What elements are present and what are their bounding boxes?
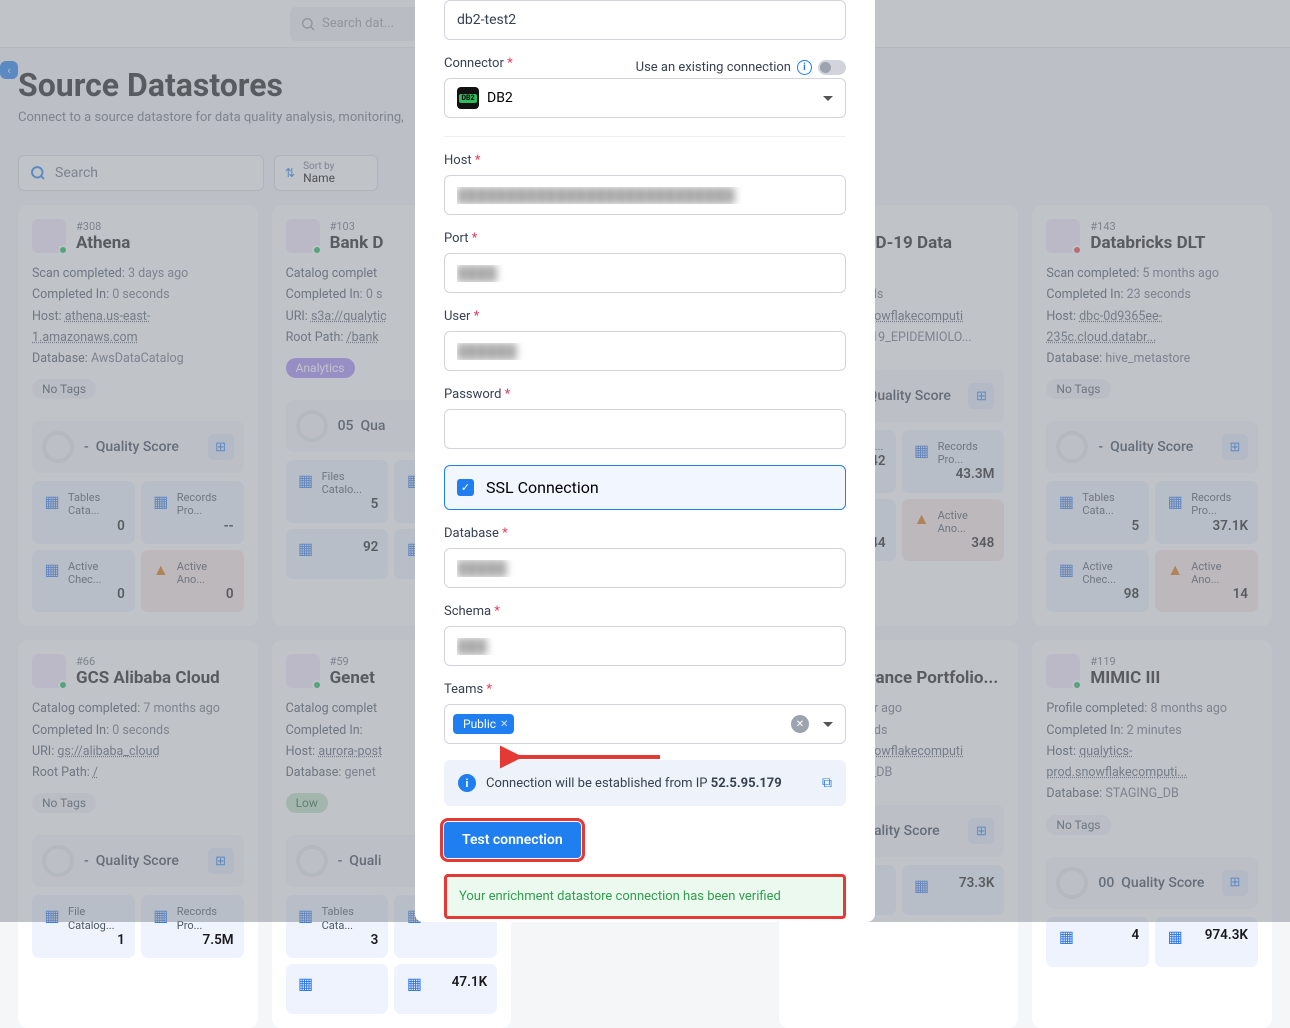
chevron-down-icon — [823, 722, 833, 727]
password-input[interactable] — [444, 409, 846, 449]
user-input[interactable] — [444, 331, 846, 371]
existing-conn-toggle[interactable] — [818, 60, 846, 75]
chevron-down-icon — [823, 96, 833, 101]
ssl-checkbox-row[interactable]: ✓ SSL Connection — [444, 465, 846, 510]
user-label: User — [444, 309, 846, 324]
existing-conn-label: Use an existing connection — [636, 60, 791, 75]
ssl-label: SSL Connection — [486, 478, 599, 497]
host-input[interactable] — [444, 175, 846, 215]
check-icon: ✓ — [457, 479, 474, 496]
info-icon[interactable]: i — [797, 60, 812, 75]
add-datastore-modal: Connector Use an existing connection i D… — [415, 0, 875, 922]
clear-icon[interactable]: ✕ — [791, 715, 809, 733]
team-chip[interactable]: Public✕ — [453, 714, 514, 734]
schema-input[interactable] — [444, 626, 846, 666]
info-icon: i — [458, 774, 476, 792]
database-label: Database — [444, 526, 846, 541]
teams-label: Teams — [444, 682, 846, 697]
copy-icon[interactable]: ⧉ — [822, 775, 832, 791]
host-label: Host — [444, 153, 846, 168]
password-label: Password — [444, 387, 846, 402]
database-input[interactable] — [444, 548, 846, 588]
test-connection-button[interactable]: Test connection — [444, 822, 581, 858]
teams-select[interactable]: Public✕ ✕ — [444, 704, 846, 744]
port-label: Port — [444, 231, 846, 246]
port-input[interactable] — [444, 253, 846, 293]
connector-select[interactable]: DB2 DB2 — [444, 78, 846, 118]
close-icon[interactable]: ✕ — [500, 719, 508, 730]
success-banner: Your enrichment datastore connection has… — [444, 874, 846, 919]
connector-label: Connector — [444, 56, 513, 71]
ip-info-banner: i Connection will be established from IP… — [444, 760, 846, 806]
schema-label: Schema — [444, 604, 846, 619]
name-input[interactable] — [444, 0, 846, 40]
db2-icon: DB2 — [457, 87, 479, 109]
